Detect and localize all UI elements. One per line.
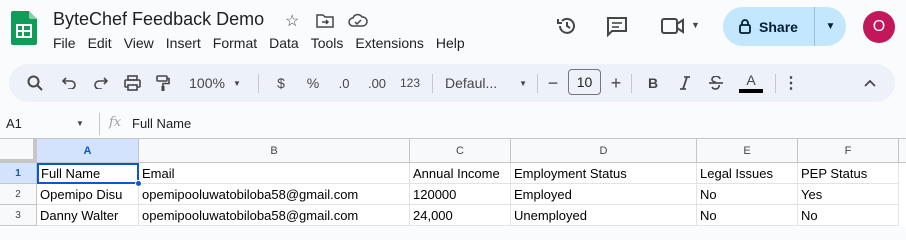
search-menus-icon[interactable] xyxy=(24,64,46,102)
increase-decimal-label: .00 xyxy=(367,75,387,91)
zoom-select[interactable]: 100% ▼ xyxy=(185,64,245,102)
strikethrough-icon xyxy=(709,76,723,90)
bold-button[interactable]: B xyxy=(643,64,663,102)
cell-a3[interactable]: Danny Walter xyxy=(37,205,139,226)
increase-font-size-button[interactable]: + xyxy=(608,64,624,102)
column-header-b[interactable]: B xyxy=(139,139,410,163)
paint-format-icon[interactable] xyxy=(152,64,174,102)
font-value: Defaul... xyxy=(445,75,498,91)
cell-e2[interactable]: No xyxy=(697,184,798,205)
share-label: Share xyxy=(759,18,798,35)
font-select[interactable]: Defaul... ▼ xyxy=(445,64,527,102)
strikethrough-button[interactable] xyxy=(706,64,726,102)
row-header-1[interactable]: 1 xyxy=(0,163,37,184)
cell-b2[interactable]: opemipooluwatobiloba58@gmail.com xyxy=(139,184,410,205)
text-color-swatch xyxy=(739,89,763,93)
row-header-3[interactable]: 3 xyxy=(0,205,37,226)
fx-icon: fx xyxy=(109,115,122,130)
column-header-g[interactable] xyxy=(899,139,906,163)
column-header-e[interactable]: E xyxy=(697,139,798,163)
font-size-input[interactable]: 10 xyxy=(568,69,601,95)
avatar[interactable]: O xyxy=(863,11,895,43)
divider xyxy=(258,74,259,93)
cell-d1[interactable]: Employment Status xyxy=(511,163,697,184)
column-header-a[interactable]: A xyxy=(37,139,139,163)
formula-input[interactable]: Full Name xyxy=(132,116,191,131)
folder-move-icon[interactable] xyxy=(316,13,334,28)
decrease-font-size-button[interactable]: − xyxy=(545,64,561,102)
menu-help[interactable]: Help xyxy=(436,35,472,51)
cloud-saved-icon[interactable] xyxy=(348,13,368,28)
cell-b1[interactable]: Email xyxy=(139,163,410,184)
cell-f1[interactable]: PEP Status xyxy=(798,163,899,184)
document-title[interactable]: ByteChef Feedback Demo xyxy=(53,9,264,30)
cell-e1[interactable]: Legal Issues xyxy=(697,163,798,184)
cell-b3[interactable]: opemipooluwatobiloba58@gmail.com xyxy=(139,205,410,226)
more-options-icon[interactable]: ⋮ xyxy=(783,64,799,102)
cell-c2[interactable]: 120000 xyxy=(410,184,511,205)
collapse-menus-icon[interactable] xyxy=(860,64,880,102)
sheets-logo-icon[interactable] xyxy=(11,11,37,45)
lock-icon xyxy=(739,19,751,34)
name-box[interactable]: A1 xyxy=(6,116,22,131)
column-header-c[interactable]: C xyxy=(410,139,511,163)
zoom-value: 100% xyxy=(189,75,225,91)
menu-view[interactable]: View xyxy=(124,35,161,51)
menu-extensions[interactable]: Extensions xyxy=(355,35,430,51)
menu-bar: File Edit View Insert Format Data Tools … xyxy=(53,35,477,51)
star-icon[interactable]: ☆ xyxy=(285,11,299,31)
share-button[interactable]: Share xyxy=(723,7,815,46)
divider xyxy=(99,113,100,135)
divider xyxy=(775,74,776,93)
select-all-corner[interactable] xyxy=(0,139,37,163)
caret-down-icon: ▼ xyxy=(519,78,527,88)
menu-file[interactable]: File xyxy=(53,35,83,51)
decrease-decimal-label: .0 xyxy=(338,75,350,91)
meet-caret-down-icon[interactable]: ▼ xyxy=(691,20,700,30)
redo-icon[interactable] xyxy=(89,64,111,102)
divider xyxy=(631,74,632,93)
share-button-group: Share ▼ xyxy=(723,7,846,46)
menu-edit[interactable]: Edit xyxy=(88,35,119,51)
cell-c3[interactable]: 24,000 xyxy=(410,205,511,226)
cell-c1[interactable]: Annual Income xyxy=(410,163,511,184)
menu-tools[interactable]: Tools xyxy=(311,35,351,51)
currency-format-button[interactable]: $ xyxy=(271,64,291,102)
cell-d3[interactable]: Unemployed xyxy=(511,205,697,226)
toolbar: 100% ▼ $ % .0 .00 123 Defaul... ▼ − 10 +… xyxy=(9,64,895,102)
text-color-label: A xyxy=(746,72,756,88)
column-header-f[interactable]: F xyxy=(798,139,899,163)
print-icon[interactable] xyxy=(121,64,143,102)
text-color-button[interactable]: A xyxy=(737,64,765,102)
spreadsheet-grid: A B C D E F 1 2 3 Full Name Email Annual… xyxy=(0,138,906,227)
caret-down-icon[interactable]: ▼ xyxy=(76,119,84,128)
cell-f3[interactable]: No xyxy=(798,205,899,226)
divider xyxy=(537,74,538,93)
cell-e3[interactable]: No xyxy=(697,205,798,226)
share-caret-down-icon[interactable]: ▼ xyxy=(815,7,846,46)
video-camera-icon[interactable] xyxy=(661,17,685,35)
row-header-2[interactable]: 2 xyxy=(0,184,37,205)
percent-format-button[interactable]: % xyxy=(303,64,323,102)
undo-icon[interactable] xyxy=(58,64,80,102)
italic-button[interactable] xyxy=(675,64,695,102)
history-icon[interactable] xyxy=(556,15,578,37)
cell-a1[interactable]: Full Name xyxy=(37,163,139,184)
menu-format[interactable]: Format xyxy=(213,35,264,51)
caret-down-icon: ▼ xyxy=(232,78,241,88)
cell-d2[interactable]: Employed xyxy=(511,184,697,205)
increase-decimal-button[interactable]: .00 xyxy=(366,64,388,102)
cell-f2[interactable]: Yes xyxy=(798,184,899,205)
italic-icon xyxy=(680,76,690,90)
more-formats-button[interactable]: 123 xyxy=(397,64,423,102)
comment-icon[interactable] xyxy=(606,16,628,37)
menu-insert[interactable]: Insert xyxy=(166,35,208,51)
decrease-decimal-button[interactable]: .0 xyxy=(333,64,355,102)
divider xyxy=(432,74,433,93)
fill-handle[interactable] xyxy=(135,180,142,187)
cell-a2[interactable]: Opemipo Disu xyxy=(37,184,139,205)
menu-data[interactable]: Data xyxy=(269,35,306,51)
column-header-d[interactable]: D xyxy=(511,139,697,163)
